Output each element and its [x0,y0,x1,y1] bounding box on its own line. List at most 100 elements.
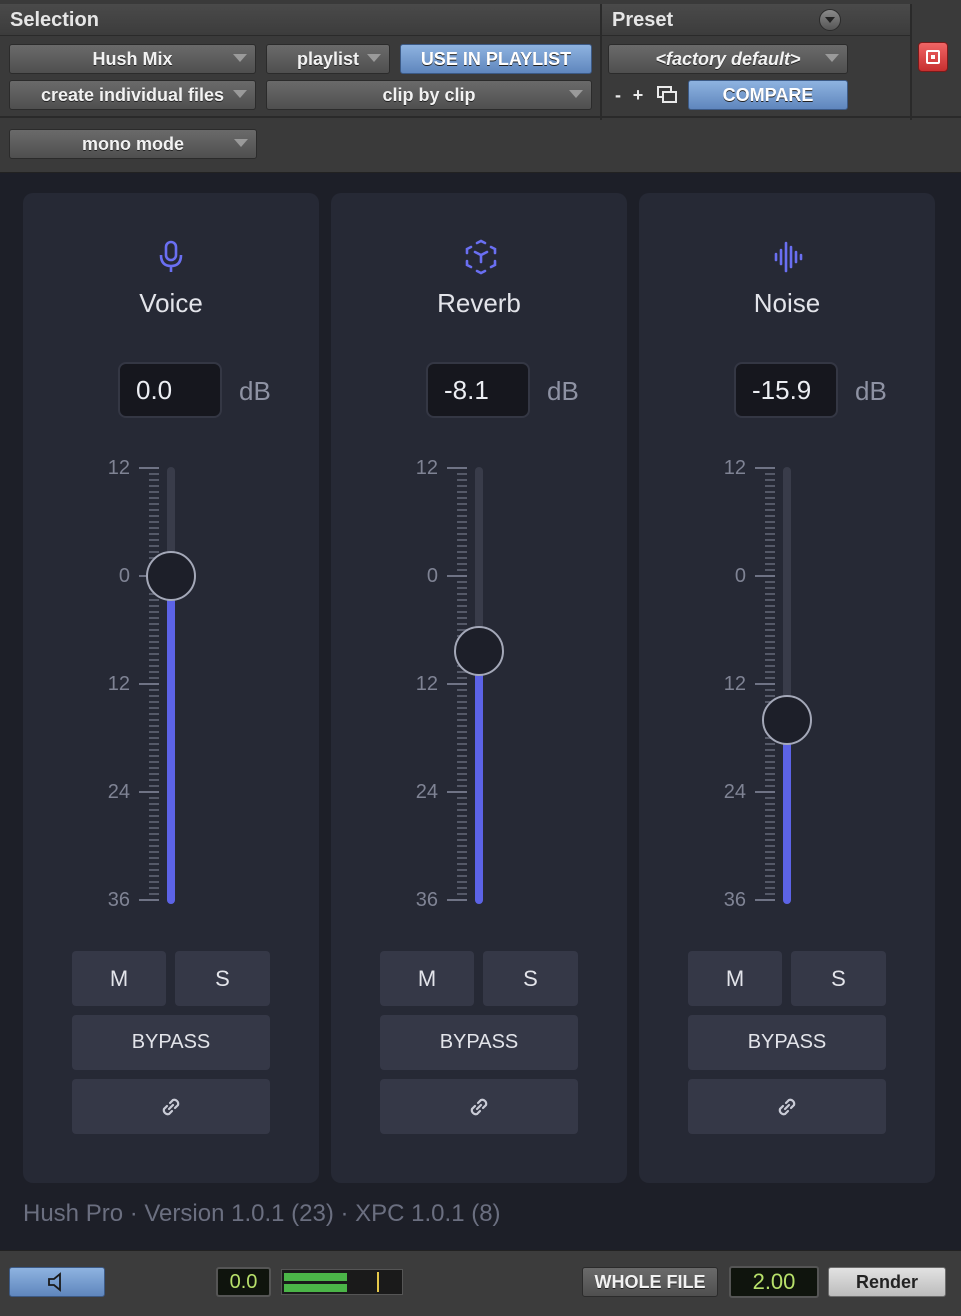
gain-value-field[interactable]: 0.0 [118,362,222,418]
render-button[interactable]: Render [828,1267,946,1297]
scale-major-tick [755,791,775,793]
scale-minor-tick [765,503,775,505]
preset-previous-button[interactable]: - [608,80,628,110]
link-icon [778,1098,796,1115]
scale-minor-tick [457,857,467,859]
scale-minor-tick [149,719,159,721]
mono-mode-dropdown[interactable]: mono mode [9,129,257,159]
scale-minor-tick [765,815,775,817]
mix-dropdown[interactable]: Hush Mix [9,44,256,74]
scale-minor-tick [149,665,159,667]
fader-knob[interactable] [146,551,196,602]
scale-minor-tick [765,695,775,697]
scale-minor-tick [765,761,775,763]
mute-label: M [417,965,437,991]
channel-name: Voice [139,288,203,318]
preset-menu-icon[interactable] [819,9,841,31]
gain-value-field[interactable]: -8.1 [426,362,530,418]
whole-file-label: WHOLE FILE [594,1271,706,1292]
playlist-dropdown[interactable]: playlist [266,44,390,74]
use-in-playlist-button[interactable]: USE IN PLAYLIST [400,44,592,74]
fader-knob[interactable] [454,625,504,676]
gain-unit: dB [547,376,579,406]
audiosuite-header: Selection Preset Hush Mix playlist USE I… [0,0,961,173]
scale-major-tick [447,575,467,577]
scale-minor-tick [457,737,467,739]
compare-button[interactable]: COMPARE [688,80,848,110]
scale-minor-tick [765,491,775,493]
scale-minor-tick [765,509,775,511]
bypass-button[interactable]: BYPASS [688,1015,886,1070]
scale-minor-tick [765,593,775,595]
scale-major-tick [755,683,775,685]
scale-minor-tick [457,551,467,553]
scale-label: 36 [415,889,438,911]
preset-dropdown-label: <factory default> [655,48,801,69]
scale-minor-tick [765,533,775,535]
scale-minor-tick [149,605,159,607]
header-divider [0,116,961,118]
scale-minor-tick [457,707,467,709]
scale-minor-tick [457,491,467,493]
mute-button[interactable]: M [380,951,474,1006]
bypass-button[interactable]: BYPASS [72,1015,270,1070]
preview-button[interactable] [9,1267,105,1297]
meter-peak-marker [377,1272,379,1292]
copy-settings-icon[interactable] [654,80,680,110]
gain-unit: dB [855,376,887,406]
gain-value-field[interactable]: -15.9 [734,362,838,418]
mute-button[interactable]: M [72,951,166,1006]
create-files-dropdown[interactable]: create individual files [9,80,256,110]
scale-minor-tick [765,587,775,589]
solo-button[interactable]: S [483,951,578,1006]
scale-minor-tick [149,647,159,649]
scale-minor-tick [765,863,775,865]
gain-display[interactable]: 0.0 [216,1267,271,1297]
scale-minor-tick [149,659,159,661]
scale-minor-tick [765,857,775,859]
scale-minor-tick [765,839,775,841]
bypass-label: BYPASS [747,1031,827,1053]
scale-minor-tick [149,803,159,805]
scale-minor-tick [457,473,467,475]
preset-next-button[interactable]: + [628,80,648,110]
scale-minor-tick [149,797,159,799]
scale-minor-tick [457,479,467,481]
preset-dropdown[interactable]: <factory default> [608,44,848,74]
processing-mode-dropdown[interactable]: clip by clip [266,80,592,110]
scale-minor-tick [149,629,159,631]
mute-button[interactable]: M [688,951,782,1006]
section-divider [910,4,912,120]
whole-file-button[interactable]: WHOLE FILE [582,1267,718,1297]
scale-minor-tick [149,485,159,487]
scale-minor-tick [457,503,467,505]
scale-minor-tick [765,803,775,805]
scale-minor-tick [457,713,467,715]
solo-button[interactable]: S [791,951,886,1006]
scale-minor-tick [149,623,159,625]
preview-level-meter [281,1269,403,1295]
link-button[interactable] [72,1079,270,1134]
bypass-button[interactable]: BYPASS [380,1015,578,1070]
target-button[interactable] [918,42,948,72]
scale-minor-tick [457,815,467,817]
scale-minor-tick [149,707,159,709]
scale-label: 24 [107,781,130,803]
scale-minor-tick [149,857,159,859]
scale-minor-tick [457,623,467,625]
scale-minor-tick [765,809,775,811]
scale-minor-tick [149,473,159,475]
mono-mode-label: mono mode [82,133,184,154]
link-button[interactable] [688,1079,886,1134]
scale-minor-tick [765,653,775,655]
scale-minor-tick [149,689,159,691]
scale-minor-tick [149,491,159,493]
scale-minor-tick [457,863,467,865]
solo-button[interactable]: S [175,951,270,1006]
handle-length-display[interactable]: 2.00 [729,1266,819,1298]
scale-minor-tick [149,779,159,781]
scale-major-tick [447,683,467,685]
fader-knob[interactable] [762,695,812,746]
link-button[interactable] [380,1079,578,1134]
scale-label: 12 [723,673,746,695]
